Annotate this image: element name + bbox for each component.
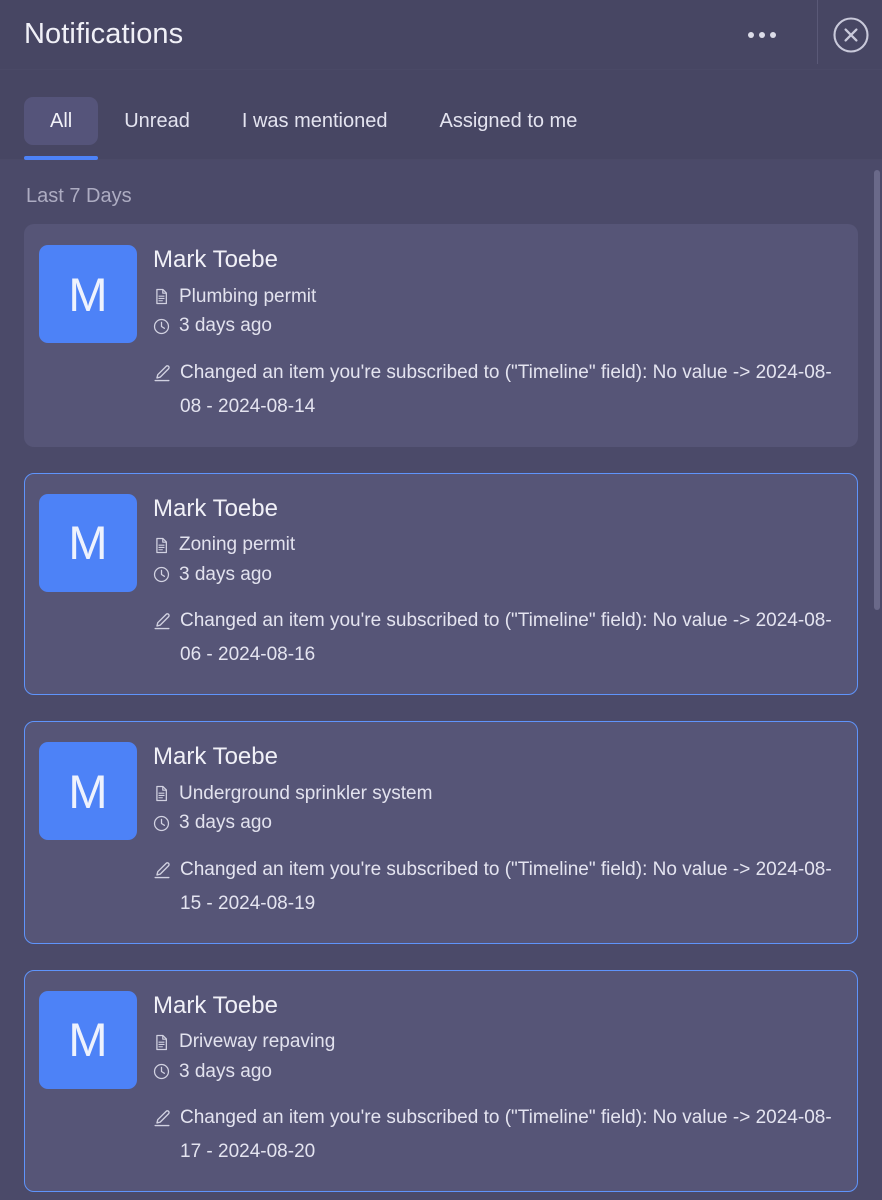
notification-description: Changed an item you're subscribed to ("T… [180,610,832,666]
document-icon [156,1034,167,1050]
notification-description-row: Changed an item you're subscribed to ("T… [153,853,837,921]
pencil-edit-icon [154,365,170,382]
notifications-panel: Notifications All Unread I was mentioned… [0,0,882,1200]
tab-assigned-to-me-label: Assigned to me [439,110,578,132]
notification-item-row: Underground sprinkler system [153,780,837,808]
avatar: M [39,742,137,841]
notification-timestamp: 3 days ago [179,812,272,834]
notification-item-name: Zoning permit [179,534,296,556]
panel-header: Notifications [0,0,882,70]
document-icon [156,537,167,553]
notification-body: Mark Toebe Underground sprinkler system … [153,742,837,921]
notification-time-row: 3 days ago [153,809,837,837]
notification-item-row: Plumbing permit [153,283,837,311]
avatar: M [39,493,137,592]
close-circle-icon [833,16,869,53]
notification-body: Mark Toebe Driveway repaving 3 days ago [153,991,837,1170]
header-actions [733,0,882,69]
notification-description: Changed an item you're subscribed to ("T… [180,858,832,914]
close-button[interactable] [820,4,882,66]
tab-unread[interactable]: Unread [98,82,216,160]
notification-time-row: 3 days ago [153,561,837,589]
notification-description: Changed an item you're subscribed to ("T… [180,361,832,417]
notification-time-row: 3 days ago [153,1058,837,1086]
notification-item-name: Underground sprinkler system [179,782,433,804]
avatar: M [39,245,137,343]
notification-body: Mark Toebe Plumbing permit 3 days ago Ch… [153,245,837,424]
clock-icon [153,318,170,334]
document-icon [156,785,167,802]
notification-item-row: Driveway repaving [153,1028,837,1056]
pencil-edit-icon [154,862,170,879]
tab-i-was-mentioned[interactable]: I was mentioned [216,82,414,160]
scrollbar[interactable] [873,160,882,1200]
clock-icon [153,567,170,583]
pencil-edit-icon [154,1110,170,1127]
notification-timestamp: 3 days ago [179,563,272,585]
notification-description-row: Changed an item you're subscribed to ("T… [153,604,837,672]
avatar: M [39,990,137,1089]
notification-author: Mark Toebe [153,991,278,1019]
tab-i-was-mentioned-label: I was mentioned [241,110,388,132]
notification-card[interactable]: M Mark Toebe Underground sprinkler syste… [24,721,858,944]
clock-icon [153,815,170,831]
notification-description: Changed an item you're subscribed to ("T… [180,1107,832,1163]
section-header-last-7-days: Last 7 Days [26,185,132,207]
more-horizontal-icon [748,31,754,38]
notification-timestamp: 3 days ago [179,315,272,337]
document-icon [156,288,167,305]
notification-item-name: Plumbing permit [179,285,317,307]
notification-description-row: Changed an item you're subscribed to ("T… [153,1101,837,1169]
tab-assigned-to-me[interactable]: Assigned to me [413,82,603,160]
tab-all[interactable]: All [24,82,99,160]
header-divider [817,0,818,64]
notification-description-row: Changed an item you're subscribed to ("T… [153,356,837,424]
tab-all-label: All [24,97,99,145]
scrollbar-thumb[interactable] [874,170,880,610]
notification-author: Mark Toebe [153,743,278,771]
tabs-bar: All Unread I was mentioned Assigned to m… [0,70,882,160]
notification-time-row: 3 days ago [153,312,837,340]
notification-body: Mark Toebe Zoning permit 3 days ago Chan… [153,494,837,673]
page-title: Notifications [24,18,184,50]
notification-author: Mark Toebe [153,246,278,273]
notification-card[interactable]: M Mark Toebe Zoning permit 3 days ago Ch… [24,472,858,696]
more-options-button[interactable] [733,9,791,61]
notification-card[interactable]: M Mark Toebe Driveway repaving 3 days ag… [24,969,858,1193]
notification-author: Mark Toebe [153,494,278,522]
notification-card[interactable]: M Mark Toebe Plumbing permit 3 days ago … [24,224,858,447]
notification-timestamp: 3 days ago [179,1060,272,1082]
pencil-edit-icon [154,613,170,630]
clock-icon [153,1064,170,1080]
more-horizontal-icon [759,31,765,38]
notification-item-row: Zoning permit [153,531,837,559]
notifications-list[interactable]: Last 7 Days M Mark Toebe Plumbing permit [0,160,882,1200]
more-horizontal-icon [770,31,776,38]
tab-unread-label: Unread [124,110,190,132]
notification-item-name: Driveway repaving [179,1031,336,1053]
